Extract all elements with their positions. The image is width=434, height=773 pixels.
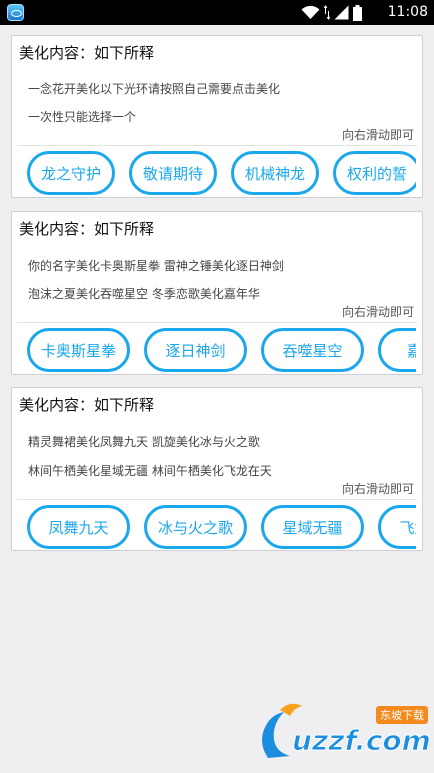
- status-time: 11:08: [387, 4, 428, 20]
- status-bar: 11:08: [0, 0, 434, 25]
- card-divider: [17, 145, 417, 146]
- chip-scroll-row[interactable]: 卡奥斯星拳 逐日神剑 吞噬星空 嘉年华: [27, 328, 416, 374]
- chip-scroll-row[interactable]: 凤舞九天 冰与火之歌 星域无疆 飞龙在天: [27, 505, 416, 551]
- card-description-line-1: 一念花开美化以下光环请按照自己需要点击美化: [28, 82, 281, 96]
- card-description-line-2: 一次性只能选择一个: [28, 110, 137, 124]
- chip-phoenix-dance[interactable]: 凤舞九天: [27, 505, 130, 549]
- card-divider: [17, 322, 417, 323]
- swipe-hint: 向右滑动即可: [341, 305, 414, 319]
- chip-dragon-guard[interactable]: 龙之守护: [27, 151, 115, 195]
- swipe-hint: 向右滑动即可: [341, 128, 414, 142]
- watermark-brand: uzzf.com: [292, 724, 430, 757]
- card-title: 美化内容：如下所释: [19, 220, 155, 238]
- data-transfer-icon: [324, 5, 330, 20]
- card-description-line-1: 你的名字美化卡奥斯星拳 雷神之锤美化逐日神剑: [28, 259, 284, 273]
- signal-icon: [334, 5, 349, 20]
- chip-ice-and-fire[interactable]: 冰与火之歌: [144, 505, 247, 549]
- card-description-line-1: 精灵舞裙美化凤舞九天 凯旋美化冰与火之歌: [28, 435, 260, 449]
- beautify-card-3: 美化内容：如下所释 精灵舞裙美化凤舞九天 凯旋美化冰与火之歌 林间午栖美化星域无…: [11, 387, 423, 551]
- chip-flying-dragon[interactable]: 飞龙在天: [378, 505, 416, 549]
- card-description-line-2: 泡沫之夏美化吞噬星空 冬季恋歌美化嘉年华: [28, 287, 260, 301]
- chip-coming-soon[interactable]: 敬请期待: [129, 151, 217, 195]
- chip-mech-dragon[interactable]: 机械神龙: [231, 151, 319, 195]
- card-title: 美化内容：如下所释: [19, 396, 155, 414]
- chip-devouring-stars[interactable]: 吞噬星空: [261, 328, 364, 372]
- chip-scroll-row[interactable]: 龙之守护 敬请期待 机械神龙 权利的誓: [27, 151, 416, 197]
- chip-chaos-star-fist[interactable]: 卡奥斯星拳: [27, 328, 130, 372]
- card-divider: [17, 499, 417, 500]
- chip-sun-chasing-sword[interactable]: 逐日神剑: [144, 328, 247, 372]
- beautify-card-1: 美化内容：如下所释 一念花开美化以下光环请按照自己需要点击美化 一次性只能选择一…: [11, 35, 423, 198]
- card-title: 美化内容：如下所释: [19, 44, 155, 62]
- chip-boundless-stars[interactable]: 星域无疆: [261, 505, 364, 549]
- swipe-hint: 向右滑动即可: [341, 482, 414, 496]
- beautify-card-2: 美化内容：如下所释 你的名字美化卡奥斯星拳 雷神之锤美化逐日神剑 泡沫之夏美化吞…: [11, 211, 423, 375]
- chip-oath-of-power[interactable]: 权利的誓: [333, 151, 416, 195]
- wifi-icon: [301, 5, 320, 19]
- app-notification-icon: [7, 4, 24, 21]
- uzzf-watermark-logo: 东坡下载 uzzf.com: [262, 703, 430, 758]
- chip-carnival[interactable]: 嘉年华: [378, 328, 416, 372]
- status-icons: [301, 4, 362, 21]
- watermark-badge: 东坡下载: [380, 709, 424, 722]
- battery-icon: [353, 4, 362, 21]
- card-description-line-2: 林间午栖美化星域无疆 林间午栖美化飞龙在天: [28, 464, 272, 478]
